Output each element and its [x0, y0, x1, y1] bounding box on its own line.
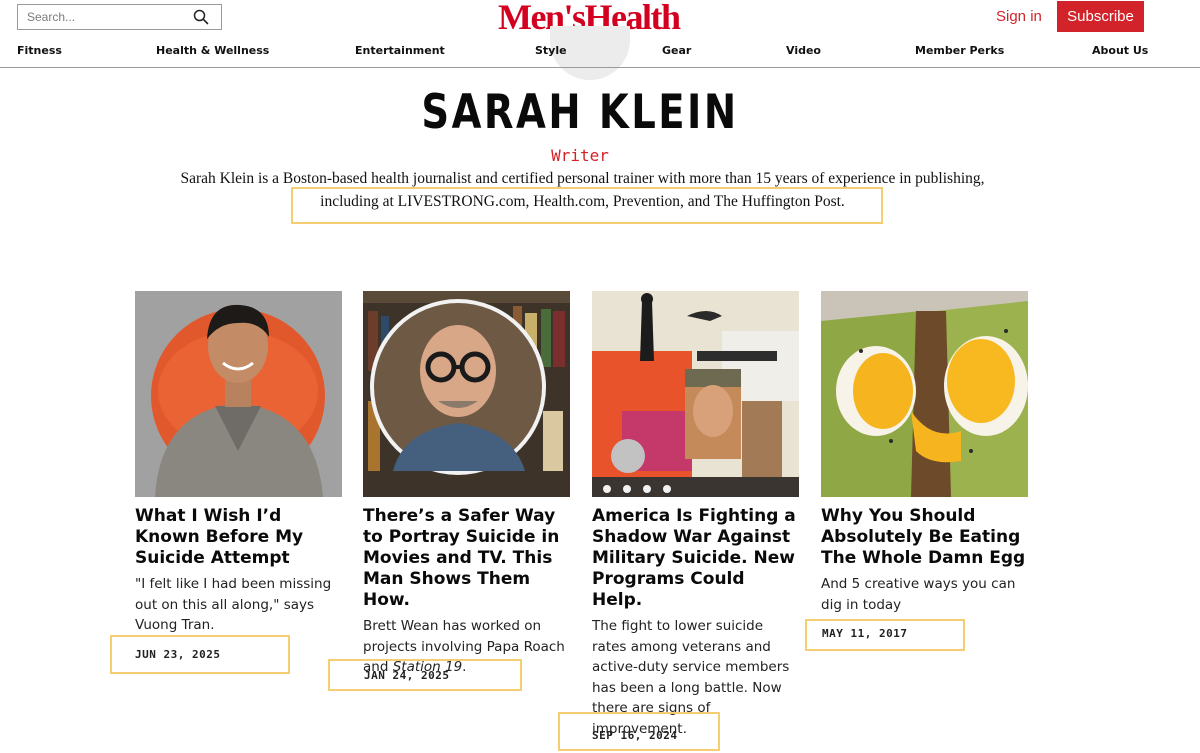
- highlight-box-date: [558, 712, 720, 751]
- search-icon[interactable]: [193, 9, 209, 25]
- article-card[interactable]: What I Wish I’d Known Before My Suicide …: [135, 291, 342, 636]
- article-image[interactable]: [363, 291, 570, 497]
- main-nav: Fitness Health & Wellness Entertainment …: [0, 42, 1200, 68]
- subscribe-button[interactable]: Subscribe: [1057, 1, 1144, 32]
- nav-item-health-wellness[interactable]: Health & Wellness: [156, 44, 269, 57]
- nav-item-about-us[interactable]: About Us: [1092, 44, 1148, 57]
- nav-item-fitness[interactable]: Fitness: [17, 44, 62, 57]
- article-description: "I felt like I had been missing out on t…: [135, 576, 332, 633]
- article-image[interactable]: [592, 291, 799, 497]
- article-card[interactable]: America Is Fighting a Shadow War Against…: [592, 291, 799, 739]
- highlight-box-date: [805, 619, 965, 651]
- nav-item-member-perks[interactable]: Member Perks: [915, 44, 1004, 57]
- search-input[interactable]: [27, 10, 187, 24]
- highlight-box-bio: [291, 187, 883, 224]
- article-image[interactable]: [135, 291, 342, 497]
- sign-in-link[interactable]: Sign in: [996, 8, 1042, 25]
- nav-item-style[interactable]: Style: [535, 44, 567, 57]
- nav-item-gear[interactable]: Gear: [662, 44, 691, 57]
- nav-item-video[interactable]: Video: [786, 44, 821, 57]
- author-name: SARAH KLEIN: [421, 85, 739, 140]
- article-card[interactable]: Why You Should Absolutely Be Eating The …: [821, 291, 1028, 615]
- article-image[interactable]: [821, 291, 1028, 497]
- nav-item-entertainment[interactable]: Entertainment: [355, 44, 445, 57]
- article-title[interactable]: Why You Should Absolutely Be Eating The …: [821, 506, 1028, 569]
- author-role: Writer: [551, 146, 609, 165]
- article-title[interactable]: America Is Fighting a Shadow War Against…: [592, 506, 799, 611]
- highlight-box-date: [328, 659, 522, 691]
- article-title[interactable]: What I Wish I’d Known Before My Suicide …: [135, 506, 342, 569]
- article-title[interactable]: There’s a Safer Way to Portray Suicide i…: [363, 506, 570, 611]
- article-description: And 5 creative ways you can dig in today: [821, 576, 1016, 613]
- article-card[interactable]: There’s a Safer Way to Portray Suicide i…: [363, 291, 570, 678]
- search-box[interactable]: [17, 4, 222, 30]
- highlight-box-date: [110, 635, 290, 674]
